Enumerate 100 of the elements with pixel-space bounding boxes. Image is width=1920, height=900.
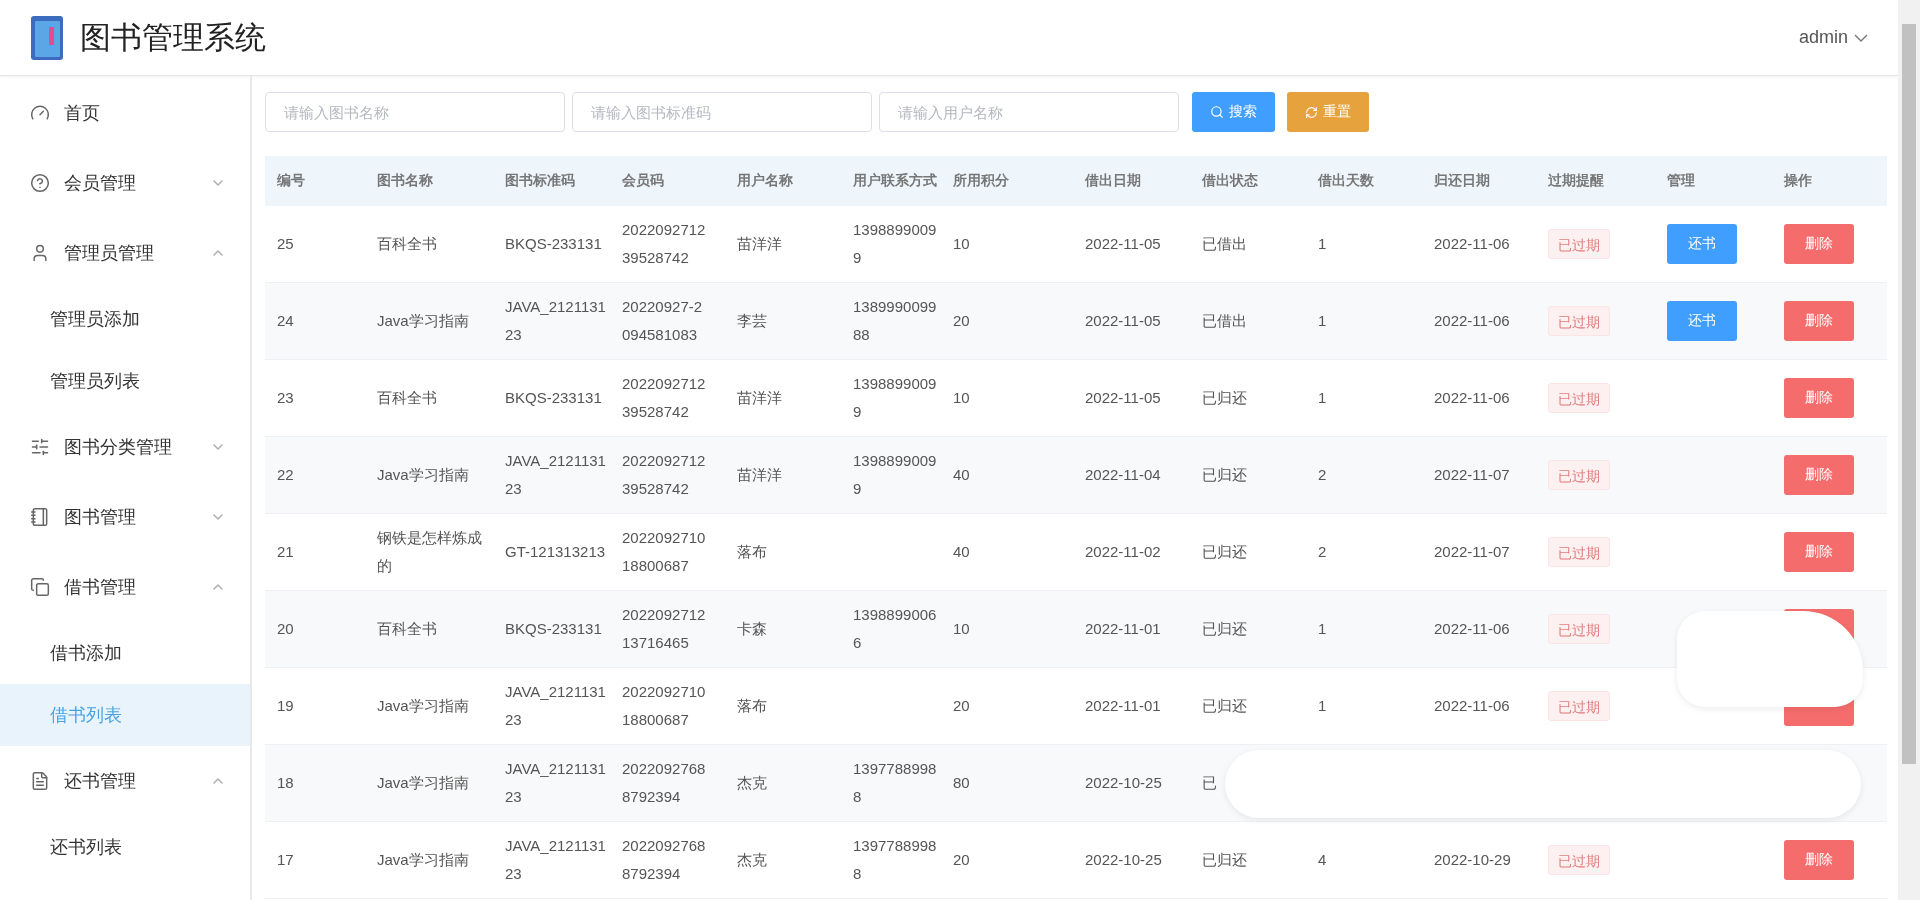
overdue-tag: 已过期 [1548, 614, 1610, 644]
table-cell-text: 2022-11-07 [1433, 465, 1511, 485]
search-field[interactable]: 请输入图书名称 [265, 92, 565, 132]
table-cell-text: 1397788998 8 [852, 836, 938, 884]
table-cell-text: 卡森 [736, 619, 768, 639]
table-cell-text: 2022092712 39528742 [621, 451, 707, 499]
scrollbar[interactable] [1898, 0, 1920, 900]
search-field[interactable]: 请输入图书标准码 [572, 92, 872, 132]
table-cell-text: 2022-11-04 [1084, 465, 1162, 485]
table-cell-text: 20220927-2 094581083 [621, 297, 704, 345]
table-cell-text: 2022092768 8792394 [621, 836, 707, 884]
table-cell-text: 已归还 [1201, 542, 1248, 562]
table-cell-text: 40 [952, 542, 971, 562]
sidebar-subitem[interactable]: 借书添加 [0, 622, 250, 684]
table-cell-text: Java学习指南 [376, 850, 470, 870]
table-cell-text: 1 [1317, 234, 1328, 254]
table-cell-text: 2022-11-05 [1084, 388, 1162, 408]
table-cell-text: 25 [276, 234, 295, 254]
search-field[interactable]: 请输入用户名称 [879, 92, 1179, 132]
table-cell-text: 2 [1317, 465, 1328, 485]
table-cell-text: 1 [1317, 619, 1328, 639]
table-cell-text: 钢铁是怎样炼成的 [376, 528, 483, 576]
table-cell-text: 1 [1317, 311, 1328, 331]
table-cell-text: 2022-10-25 [1084, 850, 1163, 870]
table-cell-text: 2022-11-05 [1084, 234, 1162, 254]
table-cell-text: Java学习指南 [376, 465, 470, 485]
table-cell-text: 1 [1317, 696, 1328, 716]
user-menu[interactable]: admin [1798, 27, 1868, 48]
column-header: 借出日期 [1084, 172, 1142, 190]
table-cell-text: Java学习指南 [376, 311, 470, 331]
sidebar-item[interactable]: 图书分类管理 [0, 412, 250, 482]
table-cell-text: 杰克 [736, 773, 768, 793]
column-header: 会员码 [621, 172, 665, 190]
table-cell-text: 2022092710 18800687 [621, 528, 707, 576]
table-cell-text: 落布 [736, 696, 768, 716]
overdue-tag: 已过期 [1548, 383, 1610, 413]
table-cell-text: 李芸 [736, 311, 768, 331]
sidebar-item[interactable]: 首页 [0, 78, 250, 148]
table-cell-text: 2022092712 39528742 [621, 374, 707, 422]
table-cell-text: 2022092768 8792394 [621, 759, 707, 807]
table-cell-text: 苗洋洋 [736, 388, 783, 408]
column-header: 图书标准码 [504, 172, 576, 190]
table-cell-text: 10 [952, 388, 971, 408]
table-cell-text: 百科全书 [376, 234, 438, 254]
table-cell-text: 百科全书 [376, 388, 438, 408]
table-cell-text: 80 [952, 773, 971, 793]
table-cell-text: 24 [276, 311, 295, 331]
table-cell-text: BKQS-233131 [504, 234, 603, 254]
sidebar-item[interactable]: 管理员管理 [0, 218, 250, 288]
overdue-tag: 已过期 [1548, 845, 1610, 875]
sidebar-subitem[interactable]: 还书列表 [0, 816, 250, 878]
table-cell-text: 1397788998 8 [852, 759, 938, 807]
table-cell-text: 2022-11-06 [1433, 619, 1511, 639]
overdue-tag: 已过期 [1548, 691, 1610, 721]
sidebar-item[interactable]: 还书管理 [0, 746, 250, 816]
table-cell-text: 4 [1317, 850, 1328, 870]
table-cell-text: 18 [276, 773, 295, 793]
sidebar-subitem[interactable]: 管理员添加 [0, 288, 250, 350]
sidebar-subitem[interactable]: 管理员列表 [0, 350, 250, 412]
sidebar-item[interactable]: 图书管理 [0, 482, 250, 552]
book-logo-icon [30, 14, 64, 61]
table-cell-text: 已借出 [1201, 311, 1248, 331]
table-cell-text: 2022092712 39528742 [621, 220, 707, 268]
table-cell-text: 杰克 [736, 850, 768, 870]
column-header: 借出状态 [1201, 172, 1259, 190]
sidebar-item[interactable]: 借书管理 [0, 552, 250, 622]
column-header: 归还日期 [1433, 172, 1491, 190]
table-cell-text: 苗洋洋 [736, 465, 783, 485]
table-cell-text: 2022-11-06 [1433, 696, 1511, 716]
table-cell-text: 2022-11-05 [1084, 311, 1162, 331]
column-header: 操作 [1783, 172, 1813, 190]
table-cell-text: 已归还 [1201, 696, 1248, 716]
table-cell-text: 已归还 [1201, 465, 1248, 485]
copy-icon [30, 577, 50, 597]
table-cell-text: 21 [276, 542, 295, 562]
refresh-icon [1305, 105, 1318, 119]
table-cell-text: 2022-11-01 [1084, 619, 1162, 639]
document-icon [30, 771, 50, 791]
table-cell-text: JAVA_212113123 [504, 836, 607, 884]
app-title: 图书管理系统 [80, 18, 267, 57]
overdue-tag: 已过期 [1548, 306, 1610, 336]
table-cell-text: 百科全书 [376, 619, 438, 639]
table-cell-text: 2022-11-06 [1433, 388, 1511, 408]
table-cell-text: 1398899009 9 [852, 451, 938, 499]
table-cell-text: 17 [276, 850, 295, 870]
table-cell-text: 2022-10-25 [1084, 773, 1163, 793]
table-cell-text: 20 [276, 619, 295, 639]
table-cell-text: 10 [952, 234, 971, 254]
table-cell-text: 1398899009 9 [852, 374, 938, 422]
column-header: 过期提醒 [1547, 172, 1605, 190]
table-cell-text: 2 [1317, 542, 1328, 562]
overdue-tag: 已过期 [1548, 537, 1610, 567]
search-icon [1210, 105, 1224, 119]
table-cell-text: 19 [276, 696, 295, 716]
column-header: 用户名称 [736, 172, 794, 190]
table-cell-text: 已借出 [1201, 234, 1248, 254]
table-cell-text: 1398899009 9 [852, 220, 938, 268]
sidebar-item[interactable]: 会员管理 [0, 148, 250, 218]
table-cell-text: JAVA_212113123 [504, 759, 607, 807]
table-cell-text: 20 [952, 311, 971, 331]
